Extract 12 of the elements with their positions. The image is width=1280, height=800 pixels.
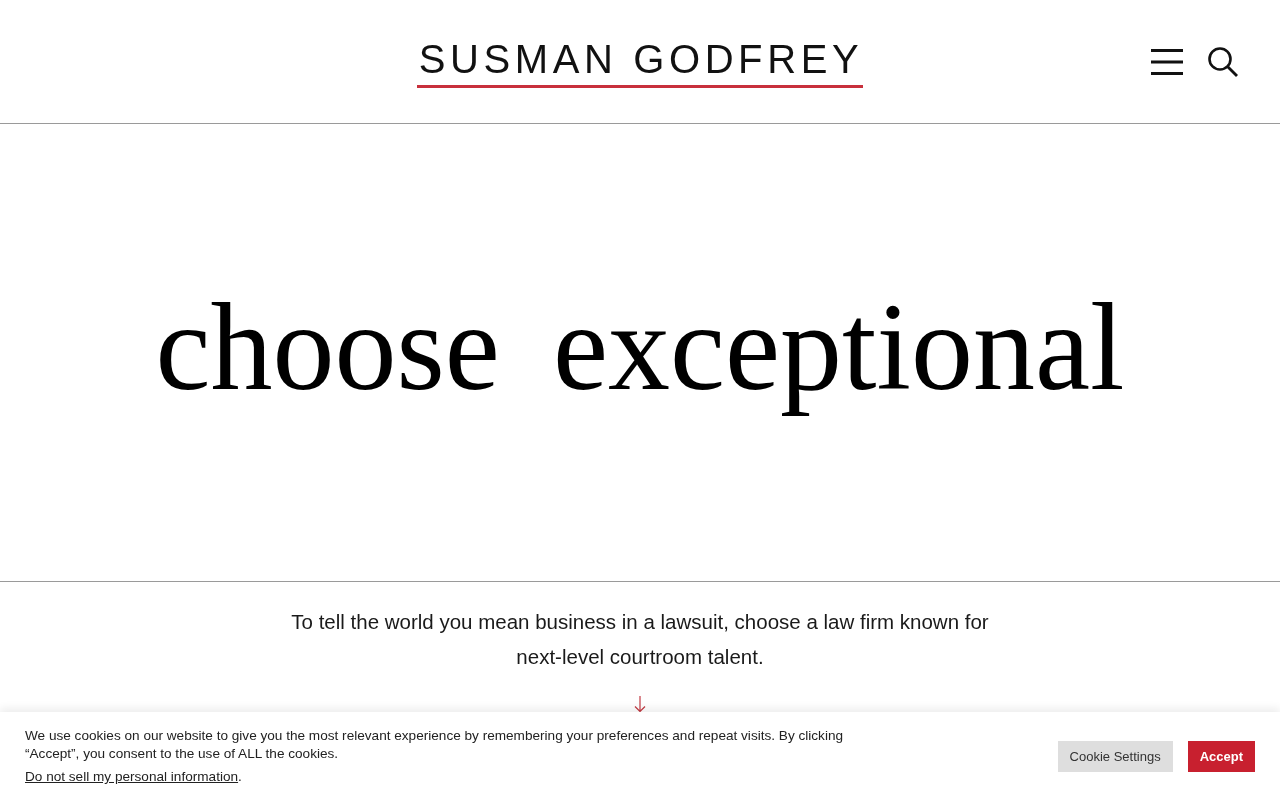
cookie-settings-button[interactable]: Cookie Settings <box>1057 741 1173 772</box>
search-button[interactable] <box>1208 46 1238 77</box>
menu-icon <box>1151 48 1183 75</box>
accept-button[interactable]: Accept <box>1187 741 1255 772</box>
intro-paragraph: To tell the world you mean business in a lawsuit, choose a law firm known for next-level courtroom talent. <box>290 609 990 670</box>
hero-headline: choose exceptional <box>155 285 1125 418</box>
arrow-down-icon <box>634 696 646 712</box>
privacy-notice: Do not sell my personal information. <box>25 768 242 786</box>
search-icon <box>1208 46 1238 77</box>
logo[interactable]: SUSMAN GODFREY <box>416 39 864 88</box>
menu-button[interactable] <box>1151 48 1183 75</box>
cookie-message: We use cookies on our website to give you the most relevant experience by remembering your preferences and repeat visits. By clicking “Accept”, you consent to the use of ALL the cookies. <box>25 727 845 763</box>
